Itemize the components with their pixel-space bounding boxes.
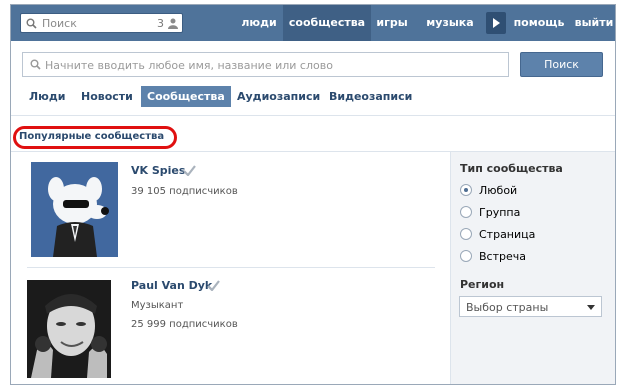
nav-communities[interactable]: сообщества (283, 5, 371, 41)
result-name-vk-spies[interactable]: VK Spies (131, 164, 185, 177)
top-navigation-bar: Поиск 3 люди сообщества игры музыка помо… (11, 5, 615, 41)
vk-spies-avatar[interactable] (31, 162, 118, 257)
result-name-paul-van-dyk[interactable]: Paul Van Dyk (131, 279, 212, 292)
nav-logout[interactable]: выйти (573, 5, 615, 41)
region-heading: Регион (460, 278, 505, 291)
divider (11, 115, 615, 116)
online-count: 3 (157, 17, 164, 30)
nav-music[interactable]: музыка (421, 5, 479, 41)
main-search-placeholder: Начните вводить любое имя, название или … (45, 59, 333, 72)
radio-label-event[interactable]: Встреча (479, 250, 526, 263)
chevron-down-icon (587, 305, 595, 310)
radio-event[interactable] (460, 250, 472, 262)
search-icon (26, 18, 37, 29)
divider (27, 267, 435, 268)
search-button[interactable]: Поиск (520, 52, 603, 77)
person-icon (168, 18, 178, 29)
verified-check-icon (183, 165, 196, 176)
subscriber-count: 39 105 подписчиков (131, 186, 238, 197)
radio-label-group[interactable]: Группа (479, 206, 520, 219)
category-label: Музыкант (131, 300, 184, 311)
main-search-input[interactable]: Начните вводить любое имя, название или … (22, 52, 509, 77)
filter-panel: Тип сообщества Любой Группа Страница Вст… (450, 152, 615, 384)
tab-audio[interactable]: Аудиозаписи (231, 86, 326, 107)
radio-group[interactable] (460, 206, 472, 218)
header-search-field[interactable]: Поиск 3 (20, 13, 183, 33)
community-type-heading: Тип сообщества (460, 162, 563, 175)
radio-page[interactable] (460, 228, 472, 240)
radio-label-any[interactable]: Любой (479, 184, 517, 197)
country-select-value: Выбор страны (466, 301, 549, 314)
app-window: Поиск 3 люди сообщества игры музыка помо… (10, 4, 616, 385)
country-select[interactable]: Выбор страны (459, 296, 602, 317)
verified-check-icon (207, 280, 220, 291)
tab-video[interactable]: Видеозаписи (323, 86, 418, 107)
tab-news[interactable]: Новости (75, 86, 139, 107)
tab-people[interactable]: Люди (23, 86, 71, 107)
search-icon (30, 59, 41, 70)
music-play-button[interactable] (486, 12, 506, 34)
header-search-placeholder: Поиск (42, 17, 77, 30)
nav-people[interactable]: люди (239, 5, 279, 41)
radio-label-page[interactable]: Страница (479, 228, 535, 241)
person-photo (27, 280, 111, 378)
paul-van-dyk-avatar[interactable] (27, 280, 111, 378)
nav-games[interactable]: игры (373, 5, 411, 41)
dog-mascot-image (31, 162, 118, 257)
highlight-annotation (13, 126, 177, 149)
subscriber-count: 25 999 подписчиков (131, 319, 238, 330)
tab-communities[interactable]: Сообщества (141, 86, 231, 107)
nav-help[interactable]: помощь (511, 5, 567, 41)
radio-any[interactable] (460, 184, 472, 196)
